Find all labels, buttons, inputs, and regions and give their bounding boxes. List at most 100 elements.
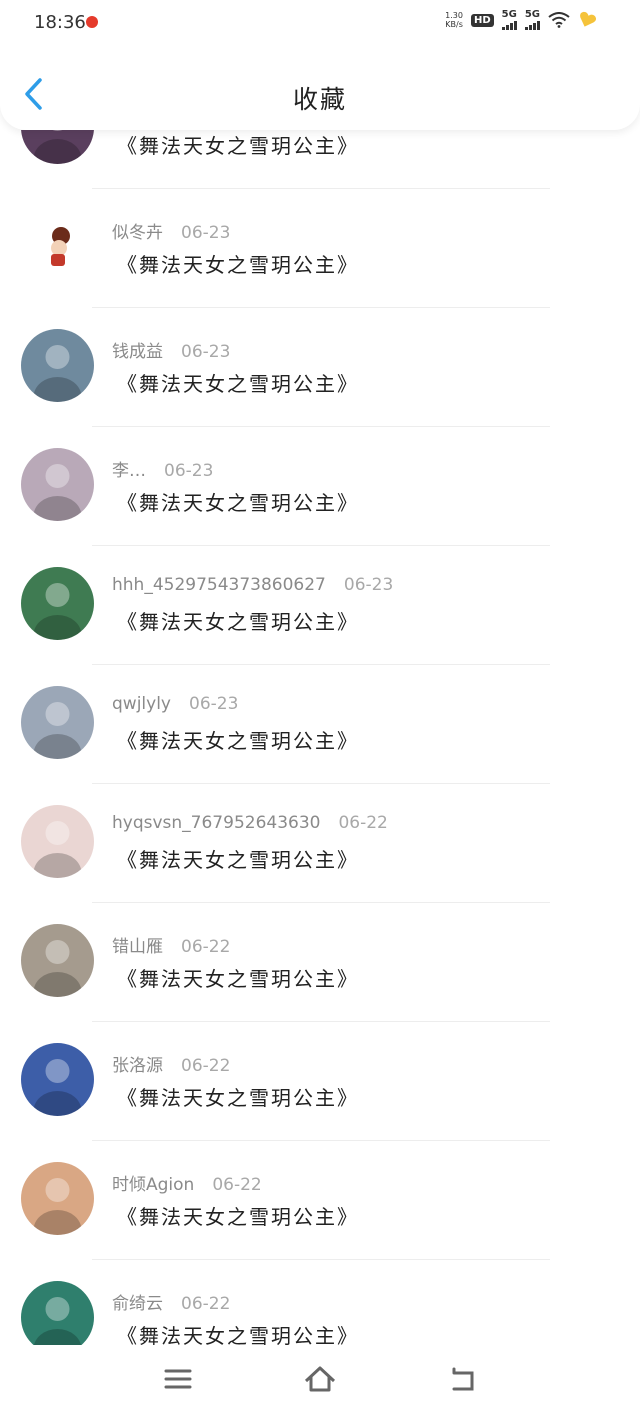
- username[interactable]: hhh_4529754373860627: [112, 575, 326, 595]
- item-date: 06-22: [181, 1056, 231, 1076]
- item-meta: hyqsvsn_767952643630 06-22: [112, 813, 388, 833]
- item-title[interactable]: 《舞法天女之雪玥公主》: [117, 1201, 359, 1230]
- item-title[interactable]: 《舞法天女之雪玥公主》: [117, 963, 359, 992]
- item-meta: 俞绮云 06-22: [112, 1289, 230, 1314]
- item-title[interactable]: 《舞法天女之雪玥公主》: [117, 606, 359, 635]
- avatar[interactable]: [21, 448, 94, 521]
- item-title[interactable]: 《舞法天女之雪玥公主》: [117, 844, 359, 873]
- username[interactable]: 错山雁: [112, 937, 163, 957]
- row-divider: [92, 545, 550, 546]
- signal-bars-icon: [501, 20, 517, 30]
- return-icon[interactable]: [444, 1361, 480, 1397]
- item-date: 06-23: [181, 342, 231, 362]
- list-item[interactable]: hhh_4529754373860627 06-23 《舞法天女之雪玥公主》: [0, 545, 640, 664]
- item-meta: 钱成益 06-23: [112, 337, 230, 362]
- wifi-icon: [548, 12, 570, 28]
- status-bar: 18:36 1.30 KB/s HD 5G 5G: [0, 0, 640, 48]
- avatar-image: [51, 227, 70, 266]
- list-item[interactable]: hyqsvsn_767952643630 06-22 《舞法天女之雪玥公主》: [0, 783, 640, 902]
- username[interactable]: hyqsvsn_767952643630: [112, 813, 320, 833]
- list-item[interactable]: 钱成益 06-23 《舞法天女之雪玥公主》: [0, 307, 640, 426]
- item-date: 06-22: [338, 813, 388, 833]
- signal-sim1: 5G: [501, 10, 517, 30]
- avatar[interactable]: [21, 1281, 94, 1345]
- list-item[interactable]: 错山雁 06-22 《舞法天女之雪玥公主》: [0, 902, 640, 1021]
- signal-bars-icon: [524, 20, 540, 30]
- avatar[interactable]: [21, 1162, 94, 1235]
- item-date: 06-23: [181, 223, 231, 243]
- list-item[interactable]: 李… 06-23 《舞法天女之雪玥公主》: [0, 426, 640, 545]
- item-meta: 错山雁 06-22: [112, 932, 230, 957]
- item-date: 06-22: [181, 937, 231, 957]
- item-title[interactable]: 《舞法天女之雪玥公主》: [117, 368, 359, 397]
- status-time: 18:36: [34, 12, 86, 33]
- heart-icon: [580, 11, 596, 27]
- avatar-image: [33, 130, 82, 164]
- page-title: 收藏: [292, 85, 347, 114]
- item-date: 06-22: [181, 1294, 231, 1314]
- favorites-list[interactable]: 《舞法天女之雪玥公主》 似冬卉 06-23 《舞法天女之雪玥公主》 钱成益 06-23 《舞…: [0, 130, 640, 1345]
- avatar[interactable]: [21, 924, 94, 997]
- avatar[interactable]: [21, 686, 94, 759]
- network-speed-value: 1.30: [445, 11, 463, 20]
- row-divider: [92, 664, 550, 665]
- network-type-2: 5G: [524, 9, 540, 20]
- avatar-image: [33, 1059, 82, 1116]
- username[interactable]: 俞绮云: [112, 1294, 163, 1314]
- username[interactable]: 时倾Agion: [112, 1175, 194, 1195]
- avatar-image: [33, 821, 82, 878]
- row-divider: [92, 426, 550, 427]
- avatar-image: [33, 464, 82, 521]
- signal-sim2: 5G: [524, 9, 540, 30]
- username[interactable]: 似冬卉: [112, 223, 163, 243]
- row-divider: [92, 1259, 550, 1260]
- status-icons: 1.30 KB/s HD 5G 5G: [445, 10, 596, 30]
- avatar[interactable]: [21, 210, 94, 283]
- notification-dot-icon: [86, 16, 98, 28]
- item-date: 06-23: [343, 575, 394, 595]
- avatar-image: [33, 583, 82, 640]
- avatar-image: [33, 1178, 82, 1235]
- page-header: 收藏: [0, 48, 640, 130]
- row-divider: [92, 1021, 550, 1022]
- list-item[interactable]: qwjlyly 06-23 《舞法天女之雪玥公主》: [0, 664, 640, 783]
- item-meta: 李… 06-23: [112, 456, 213, 481]
- row-divider: [92, 307, 550, 308]
- item-meta: qwjlyly 06-23: [112, 694, 238, 714]
- username[interactable]: 张洛源: [112, 1056, 163, 1076]
- avatar-image: [33, 1297, 82, 1345]
- avatar-image: [33, 345, 82, 402]
- network-speed-unit: KB/s: [445, 20, 463, 29]
- item-date: 06-23: [164, 461, 214, 481]
- username[interactable]: 李…: [112, 461, 146, 481]
- menu-icon[interactable]: [160, 1361, 196, 1397]
- item-title[interactable]: 《舞法天女之雪玥公主》: [117, 1320, 359, 1345]
- avatar[interactable]: [21, 329, 94, 402]
- home-icon[interactable]: [302, 1361, 338, 1397]
- item-date: 06-22: [212, 1175, 262, 1195]
- username[interactable]: qwjlyly: [112, 694, 171, 714]
- item-meta: 张洛源 06-22: [112, 1051, 230, 1076]
- item-date: 06-23: [189, 694, 239, 714]
- item-meta: hhh_4529754373860627 06-23: [112, 575, 393, 595]
- list-item[interactable]: 似冬卉 06-23 《舞法天女之雪玥公主》: [0, 188, 640, 307]
- item-title[interactable]: 《舞法天女之雪玥公主》: [117, 725, 359, 754]
- avatar-image: [33, 940, 82, 997]
- item-title[interactable]: 《舞法天女之雪玥公主》: [117, 1082, 359, 1111]
- network-speed: 1.30 KB/s: [445, 11, 463, 29]
- avatar[interactable]: [21, 805, 94, 878]
- item-meta: 时倾Agion 06-22: [112, 1170, 262, 1195]
- avatar[interactable]: [21, 130, 94, 164]
- list-item[interactable]: 时倾Agion 06-22 《舞法天女之雪玥公主》: [0, 1140, 640, 1259]
- item-title[interactable]: 《舞法天女之雪玥公主》: [117, 487, 359, 516]
- row-divider: [92, 902, 550, 903]
- item-title[interactable]: 《舞法天女之雪玥公主》: [117, 130, 359, 159]
- avatar[interactable]: [21, 1043, 94, 1116]
- item-title[interactable]: 《舞法天女之雪玥公主》: [117, 249, 359, 278]
- avatar[interactable]: [21, 567, 94, 640]
- list-item[interactable]: 《舞法天女之雪玥公主》: [0, 130, 640, 188]
- list-item[interactable]: 俞绮云 06-22 《舞法天女之雪玥公主》: [0, 1259, 640, 1345]
- list-item[interactable]: 张洛源 06-22 《舞法天女之雪玥公主》: [0, 1021, 640, 1140]
- row-divider: [92, 1140, 550, 1141]
- username[interactable]: 钱成益: [112, 342, 163, 362]
